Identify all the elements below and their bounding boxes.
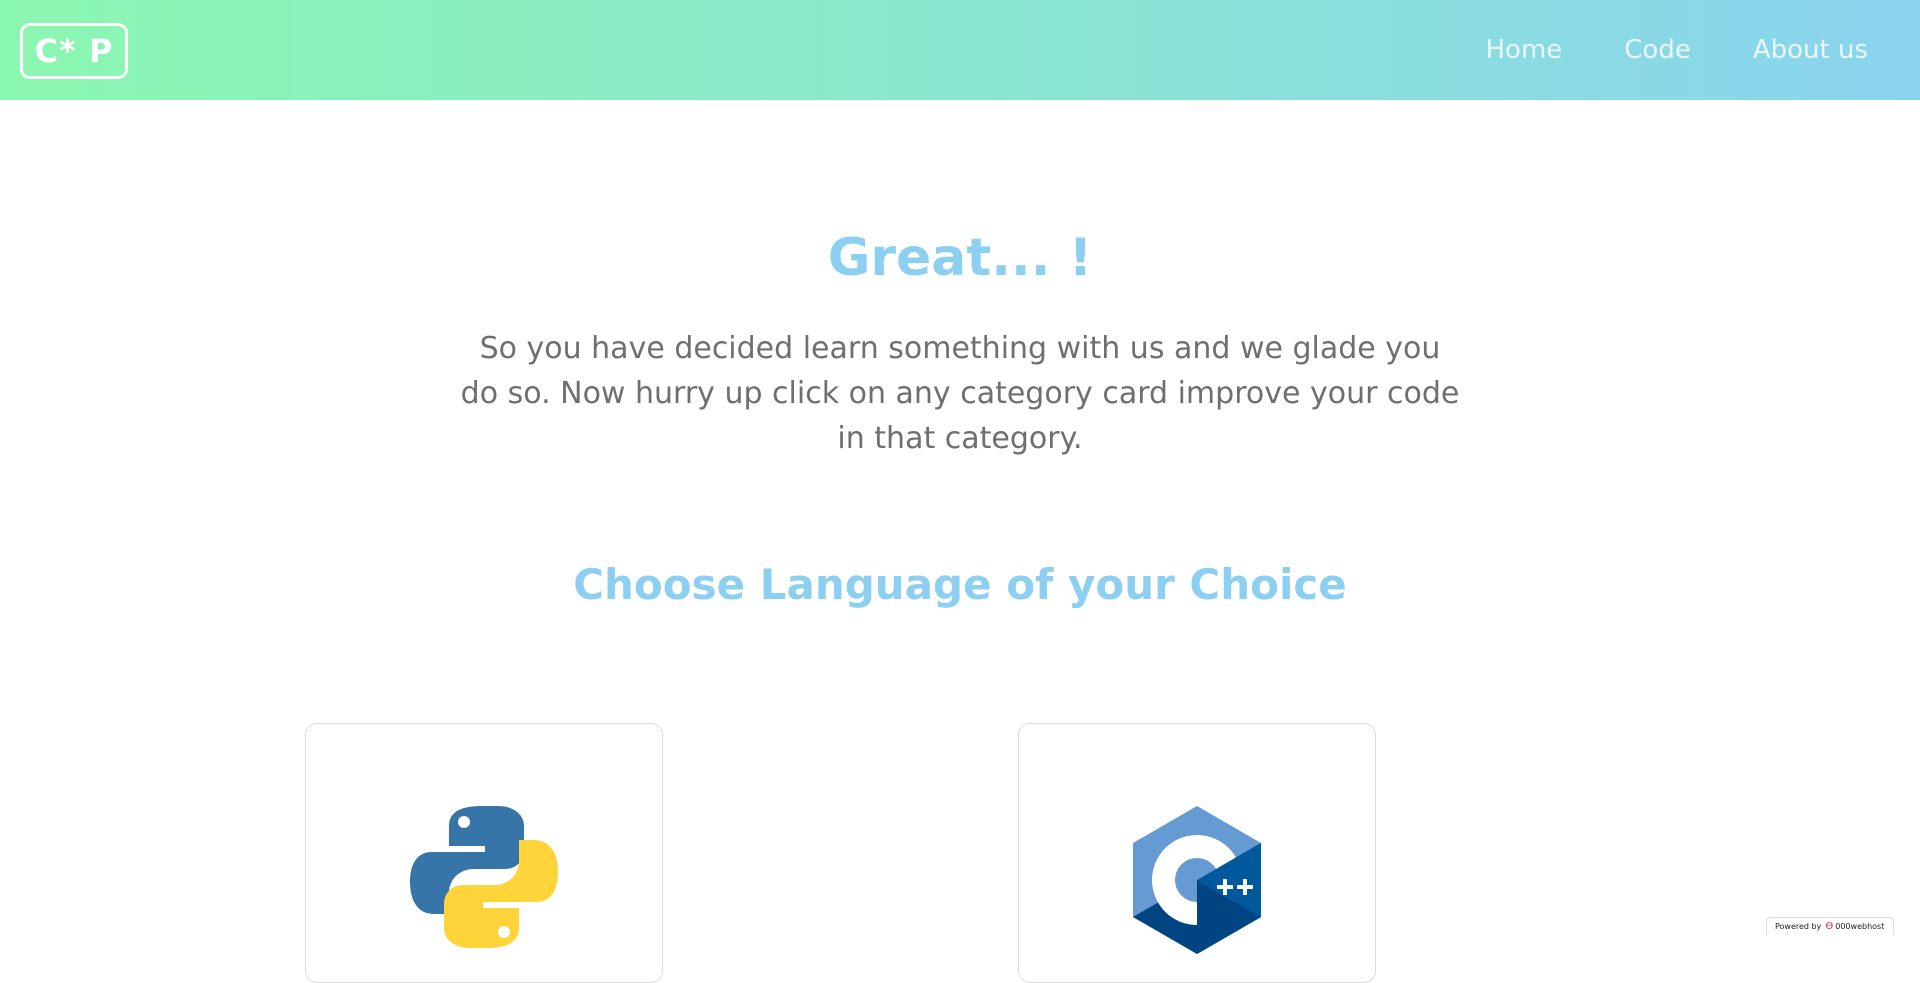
webhost-flame-icon: ϴ — [1825, 918, 1833, 936]
cpp-category-card[interactable] — [1018, 723, 1376, 983]
choose-language-heading: Choose Language of your Choice — [0, 557, 1920, 613]
main-nav: Home Code About us — [1485, 30, 1868, 70]
python-category-card[interactable] — [305, 723, 663, 983]
top-navigation-bar: C* P Home Code About us — [0, 0, 1920, 100]
nav-link-home[interactable]: Home — [1485, 30, 1562, 70]
hosting-badge[interactable]: Powered by ϴ000webhost — [1766, 917, 1894, 935]
hero-description: So you have decided learn something with… — [460, 326, 1460, 461]
badge-brand: 000webhost — [1835, 922, 1884, 931]
badge-prefix: Powered by — [1775, 922, 1821, 931]
nav-link-about-us[interactable]: About us — [1753, 30, 1868, 70]
nav-link-code[interactable]: Code — [1624, 30, 1691, 70]
python-logo-icon — [306, 802, 662, 956]
cpp-logo-icon — [1019, 802, 1375, 962]
site-logo[interactable]: C* P — [20, 23, 128, 79]
hero-title: Great... ! — [0, 225, 1920, 291]
